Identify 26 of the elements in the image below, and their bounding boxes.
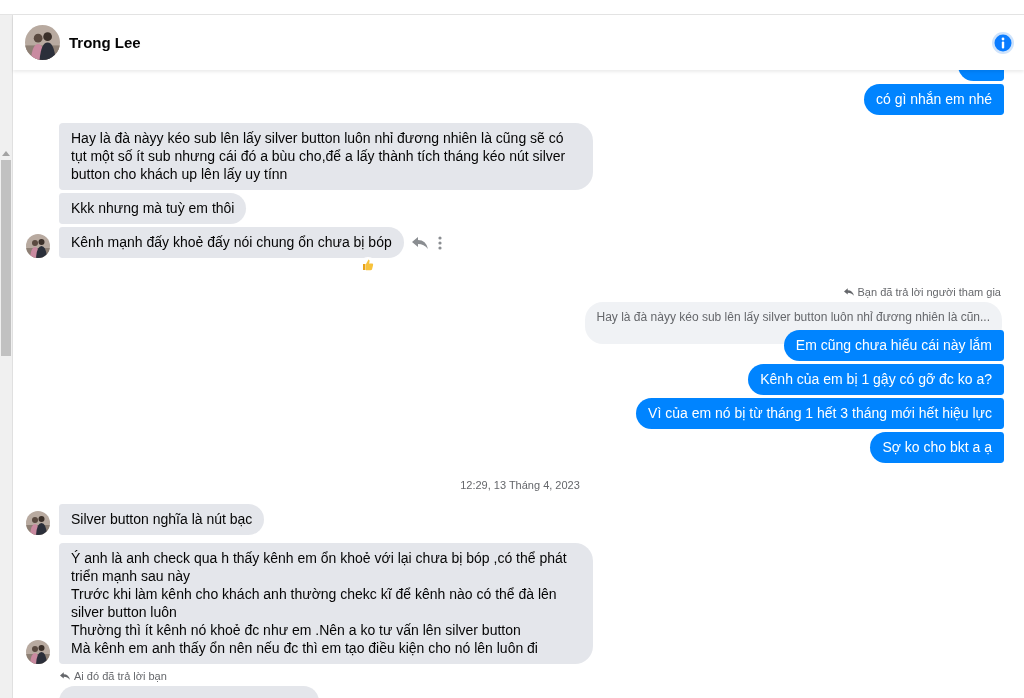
- avatar[interactable]: [26, 511, 50, 535]
- thumbs-up-icon[interactable]: [360, 257, 377, 273]
- reply-icon: [60, 672, 70, 680]
- reply-icon[interactable]: [411, 236, 428, 249]
- scroll-up-icon[interactable]: [2, 150, 10, 156]
- message-bubble: Hay là đà nàyy kéo sub lên lấy silver button luôn nhỉ đương nhiên là cũng sẽ có tụt một số ít sub nhưng cái đó a bùu cho,để a lấy thành tích tháng kéo nút silver button cho khách up lên lấy uy tínn: [59, 123, 593, 190]
- message-bubble: Em cũng chưa hiểu cái này lắm: [783, 330, 1004, 361]
- reply-note: Ai đó đã trả lời bạn: [74, 670, 167, 682]
- message-bubble: Kênh mạnh đấy khoẻ đấy nói chung ổn chưa bị bóp: [59, 227, 404, 258]
- contact-name[interactable]: Trong Lee: [69, 34, 992, 51]
- info-icon[interactable]: [992, 31, 1014, 54]
- message-bubble: Kkk nhưng mà tuỳ em thôi: [59, 193, 247, 224]
- message-bubble: Kênh của em bị 1 gậy có gỡ đc ko a?: [748, 364, 1004, 395]
- more-icon[interactable]: [437, 235, 442, 250]
- message-bubble: Ý anh là anh check qua h thấy kênh em ổn khoẻ với lại chưa bị bóp ,có thể phát triển mạnh sau này Trước khi làm kênh cho khách anh thường chekc kĩ để kênh nào có thể đà lên silver button luôn Thường thì ít kênh nó khoẻ đc như em .Nên a ko tư vấn lên silver button Mà kênh em anh thấy ổn nên nếu đc thì em tạo điều kiện cho nó lên luôn đi: [59, 543, 593, 664]
- reply-note: Bạn đã trả lời người tham gia: [857, 286, 1001, 298]
- avatar[interactable]: [25, 25, 60, 60]
- reply-icon: [843, 288, 854, 296]
- avatar[interactable]: [26, 640, 50, 664]
- avatar[interactable]: [26, 234, 50, 258]
- message-bubble: Vì của em nó bị từ tháng 1 hết 3 tháng mới hết hiệu lực: [636, 398, 1004, 429]
- message-bubble: có gì nhắn em nhé: [864, 84, 1004, 115]
- message-bubble: Sợ ko cho bkt a ạ: [870, 432, 1004, 463]
- message-bubble: Silver button nghĩa là nút bạc: [59, 504, 265, 535]
- timestamp: 12:29, 13 Tháng 4, 2023: [460, 479, 580, 491]
- scrollbar-thumb[interactable]: [1, 160, 11, 356]
